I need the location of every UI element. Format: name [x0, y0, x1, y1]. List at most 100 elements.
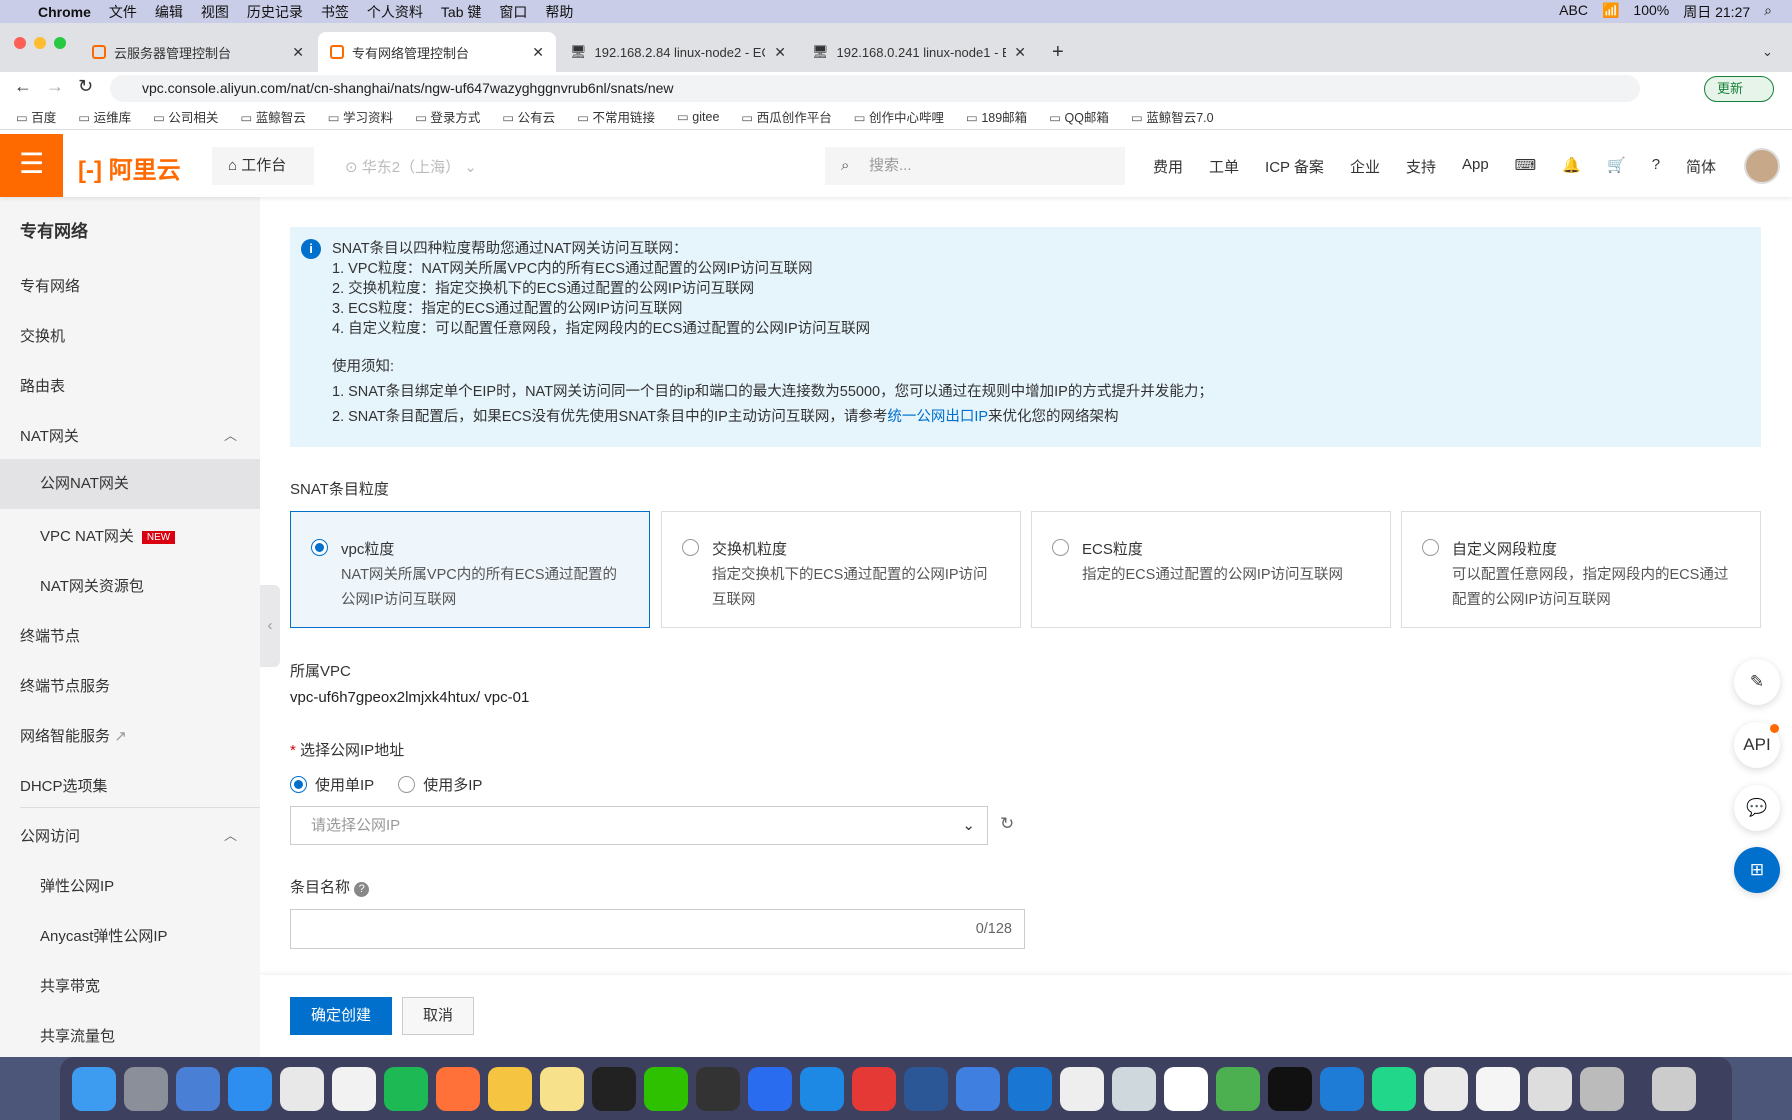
menu-item[interactable]: 个人资料 [367, 2, 423, 22]
avatar[interactable] [1744, 148, 1780, 184]
close-icon[interactable]: ✕ [532, 44, 544, 61]
workbench-button[interactable]: ⌂ 工作台 [212, 147, 314, 185]
bookmark-folder[interactable]: 公有云 [502, 107, 556, 126]
pycharm-icon[interactable] [1372, 1066, 1416, 1111]
bookmark-folder[interactable]: 公司相关 [153, 107, 218, 126]
menu-item[interactable]: 历史记录 [247, 2, 303, 22]
app-icon[interactable] [1216, 1066, 1260, 1111]
evernote-icon[interactable] [384, 1066, 428, 1111]
bookmark-folder[interactable]: 登录方式 [415, 107, 480, 126]
chrome-icon[interactable] [280, 1066, 324, 1111]
close-icon[interactable]: ✕ [774, 44, 786, 61]
wps-icon[interactable] [852, 1066, 896, 1111]
search-icon[interactable]: ⌕ [1764, 2, 1772, 22]
apps-grid-icon[interactable]: ⊞ [1734, 847, 1780, 893]
photos-icon[interactable] [488, 1066, 532, 1111]
tab-search-chevron[interactable]: ⌄ [1750, 32, 1785, 72]
search-input[interactable]: ⌕ 搜索... [825, 147, 1125, 185]
sidebar-item-nat-package[interactable]: NAT网关资源包 [40, 575, 144, 596]
app-icon[interactable] [1528, 1066, 1572, 1111]
sidebar-item-route-table[interactable]: 路由表 [20, 375, 65, 396]
terminal-icon[interactable] [1268, 1066, 1312, 1111]
refresh-icon[interactable]: ↻ [1000, 814, 1014, 834]
bookmark[interactable]: 西瓜创作平台 [741, 107, 832, 126]
bookmark-folder[interactable]: 不常用链接 [577, 107, 655, 126]
wechat-icon[interactable] [644, 1066, 688, 1111]
typora-icon[interactable] [332, 1066, 376, 1111]
menu-item[interactable]: 书签 [321, 2, 349, 22]
card-vswitch-granularity[interactable]: 交换机粒度 指定交换机下的ECS通过配置的公网IP访问互联网 [661, 511, 1021, 628]
nav-support[interactable]: 支持 [1406, 156, 1436, 177]
menu-item[interactable]: 帮助 [545, 2, 573, 22]
confirm-create-button[interactable]: 确定创建 [290, 997, 392, 1035]
bookmark[interactable]: 189邮箱 [966, 107, 1027, 126]
card-custom-granularity[interactable]: 自定义网段粒度 可以配置任意网段，指定网段内的ECS通过配置的公网IP访问互联网 [1401, 511, 1761, 628]
chevron-up-icon[interactable]: ︿ [224, 825, 237, 844]
radio-selected[interactable] [311, 539, 328, 556]
sidebar-collapse-handle[interactable]: ‹ [260, 585, 280, 667]
radio-single-ip[interactable] [290, 776, 307, 793]
terminal-icon[interactable]: ⌨ [1515, 156, 1537, 177]
safari-icon[interactable] [228, 1066, 272, 1111]
bookmark[interactable]: gitee [677, 109, 719, 124]
radio[interactable] [1052, 539, 1069, 556]
sidebar-item-dhcp[interactable]: DHCP选项集 [20, 775, 108, 796]
cart-icon[interactable]: 🛒 [1607, 156, 1626, 177]
app-icon[interactable] [1008, 1066, 1052, 1111]
menu-item[interactable]: 视图 [201, 2, 229, 22]
launchpad-icon[interactable] [124, 1066, 168, 1111]
chat-icon[interactable]: 💬 [1734, 785, 1780, 831]
menu-icon[interactable]: ☰ [0, 134, 63, 197]
help-icon[interactable]: ? [1652, 156, 1660, 177]
sidebar-group-public-access[interactable]: 公网访问 [20, 825, 80, 846]
nav-icp[interactable]: ICP 备案 [1265, 156, 1324, 177]
card-vpc-granularity[interactable]: vpc粒度 NAT网关所属VPC内的所有ECS通过配置的公网IP访问互联网 [290, 511, 650, 628]
wifi-icon[interactable]: 📶 [1602, 2, 1619, 22]
tab[interactable]: 云服务器管理控制台 ✕ [80, 32, 316, 72]
reload-icon[interactable]: ↻ [78, 76, 93, 97]
sidebar-item-vpc-nat[interactable]: VPC NAT网关 NEW [40, 525, 176, 546]
sidebar-item-endpoint-service[interactable]: 终端节点服务 [20, 675, 110, 696]
unified-egress-ip-link[interactable]: 统一公网出口IP [887, 409, 988, 425]
bookmark[interactable]: 百度 [16, 107, 56, 126]
update-button[interactable]: 更新 [1704, 76, 1774, 102]
sidebar-item-eip[interactable]: 弹性公网IP [40, 875, 114, 896]
sidebar-item-network-intelligence[interactable]: 网络智能服务 ↗ [20, 725, 127, 746]
tab-active[interactable]: 专有网络管理控制台 ✕ [318, 32, 556, 72]
chevron-up-icon[interactable]: ︿ [224, 425, 237, 444]
tab[interactable]: 🖥 192.168.0.241 linux-node1 - EC ✕ [800, 32, 1038, 72]
sidebar-item-vpc[interactable]: 专有网络 [20, 275, 80, 296]
menu-item[interactable]: 窗口 [499, 2, 527, 22]
sidebar-item-vswitch[interactable]: 交换机 [20, 325, 65, 346]
tab[interactable]: 🖥 192.168.2.84 linux-node2 - EC ✕ [558, 32, 798, 72]
trash-icon[interactable] [1652, 1066, 1696, 1111]
url-input[interactable]: vpc.console.aliyun.com/nat/cn-shanghai/n… [110, 75, 1640, 102]
sidebar-item-shared-traffic[interactable]: 共享流量包 [40, 1025, 115, 1046]
app-icon[interactable] [1060, 1066, 1104, 1111]
bookmark[interactable]: QQ邮箱 [1049, 107, 1108, 126]
qq-icon[interactable] [592, 1066, 636, 1111]
entry-name-input[interactable]: 0/128 [290, 909, 1025, 949]
public-ip-select[interactable]: 请选择公网IP ⌄ [290, 806, 988, 845]
nav-ticket[interactable]: 工单 [1209, 156, 1239, 177]
radio-multi-ip[interactable] [398, 776, 416, 793]
battery-percent[interactable]: 100% [1633, 2, 1669, 22]
aliyun-logo[interactable]: [-] 阿里云 [78, 150, 181, 185]
sidebar-item-endpoint[interactable]: 终端节点 [20, 625, 80, 646]
bookmark-folder[interactable]: 学习资料 [328, 107, 393, 126]
radio[interactable] [682, 539, 699, 556]
clock[interactable]: 周日 21:27 [1683, 2, 1750, 22]
forward-icon[interactable]: → [46, 76, 64, 97]
language-switch[interactable]: 简体 [1686, 156, 1716, 177]
sidebar-item-public-nat[interactable]: 公网NAT网关 [0, 459, 260, 509]
notes-icon[interactable] [540, 1066, 584, 1111]
back-icon[interactable]: ← [14, 76, 32, 97]
menu-app[interactable]: Chrome [38, 4, 91, 20]
menu-item[interactable]: Tab 键 [441, 2, 481, 22]
bell-icon[interactable]: 🔔 [1562, 156, 1581, 177]
app-icon[interactable] [1476, 1066, 1520, 1111]
bookmark[interactable]: 创作中心哔哩 [854, 107, 944, 126]
cancel-button[interactable]: 取消 [402, 997, 474, 1035]
app-icon[interactable] [800, 1066, 844, 1111]
app-icon[interactable] [176, 1066, 220, 1111]
